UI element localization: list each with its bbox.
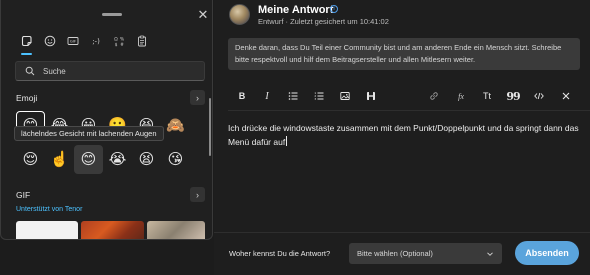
- emoji-item[interactable]: 😭: [103, 145, 132, 174]
- emoji-panel: ✕ GIF ;-) Ω%$# Emoji: [0, 0, 213, 240]
- gif-section-title: GIF: [16, 190, 31, 200]
- video-button[interactable]: [364, 89, 378, 103]
- submit-button[interactable]: Absenden: [515, 241, 579, 265]
- clipboard-icon[interactable]: [130, 31, 153, 51]
- svg-text:;-): ;-): [92, 38, 100, 46]
- category-bar: GIF ;-) Ω% $ #: [15, 31, 153, 55]
- emoji-tooltip: lächelndes Gesicht mit lachenden Augen: [14, 126, 164, 141]
- numbered-list-icon: 123: [314, 91, 324, 101]
- gif-thumbnail[interactable]: [81, 221, 144, 239]
- svg-text:#: #: [120, 42, 124, 47]
- video-icon: [367, 92, 375, 100]
- gif-more-button[interactable]: ›: [190, 187, 205, 202]
- image-icon: [340, 92, 350, 100]
- code-button[interactable]: [532, 89, 546, 103]
- close-icon: [562, 92, 570, 100]
- bullet-list-icon: [288, 92, 298, 100]
- svg-text:Ω: Ω: [114, 37, 118, 43]
- avatar: [229, 4, 250, 25]
- numbered-list-button[interactable]: 123: [312, 89, 326, 103]
- screen: ✕ GIF ;-) Ω%$# Emoji: [0, 0, 590, 275]
- clear-format-button[interactable]: [559, 89, 573, 103]
- bullet-list-button[interactable]: [286, 89, 300, 103]
- symbols-icon[interactable]: Ω% $ #: [107, 31, 130, 51]
- kaomoji-icon[interactable]: ;-): [84, 31, 107, 51]
- close-icon[interactable]: ✕: [195, 7, 211, 23]
- emoji-scrollbar[interactable]: [209, 98, 211, 156]
- emoji-item[interactable]: ☝️: [45, 145, 74, 174]
- info-icon[interactable]: i: [330, 5, 338, 13]
- answer-editor: Meine Antwort i Entwurf · Zuletzt gesich…: [214, 0, 590, 275]
- answer-text: Ich drücke die windowstaste zusammen mit…: [228, 123, 579, 147]
- svg-text:3: 3: [314, 97, 316, 101]
- emoji-item[interactable]: 😫: [132, 145, 161, 174]
- image-button[interactable]: [338, 89, 352, 103]
- emoji-row-2: 😌 ☝️ 😊 😭 😫 😘: [16, 145, 190, 174]
- svg-text:$: $: [114, 42, 117, 47]
- quote-button[interactable]: 99: [506, 89, 520, 103]
- source-select[interactable]: Bitte wählen (Optional): [349, 243, 502, 264]
- bold-button[interactable]: B: [235, 89, 249, 103]
- source-label: Woher kennst Du die Antwort?: [229, 249, 331, 258]
- formula-button[interactable]: fx: [454, 89, 468, 103]
- gif-icon[interactable]: GIF: [61, 31, 84, 51]
- search-field[interactable]: [15, 61, 205, 81]
- italic-button[interactable]: I: [260, 89, 274, 103]
- emoji-item[interactable]: 😌: [16, 145, 45, 174]
- svg-text:%: %: [119, 37, 124, 43]
- text-caret: [286, 136, 288, 146]
- toolbar-divider: [228, 110, 590, 111]
- gif-thumbnail[interactable]: [147, 221, 205, 239]
- search-icon: [25, 66, 35, 76]
- emoji-item[interactable]: 🙈: [161, 111, 190, 140]
- community-notice: Denke daran, dass Du Teil einer Communit…: [228, 38, 580, 70]
- emoji-more-button[interactable]: ›: [190, 90, 205, 105]
- svg-text:GIF: GIF: [69, 39, 75, 44]
- gif-thumbnail[interactable]: [16, 221, 78, 239]
- sticker-icon[interactable]: [15, 31, 38, 55]
- heading-button[interactable]: Tt: [480, 89, 494, 103]
- code-icon: [534, 92, 544, 100]
- search-input[interactable]: [43, 66, 193, 76]
- format-toolbar: B I 123 fx Tt 99: [228, 85, 580, 107]
- page-title: Meine Antwort: [258, 4, 334, 16]
- link-button[interactable]: [427, 89, 441, 103]
- draft-status: Entwurf · Zuletzt gesichert um 10:41:02: [258, 17, 389, 26]
- smiley-icon[interactable]: [38, 31, 61, 51]
- emoji-item[interactable]: 😘: [161, 145, 190, 174]
- emoji-item[interactable]: 😊: [74, 145, 103, 174]
- emoji-section-title: Emoji: [16, 93, 38, 103]
- tenor-link[interactable]: Unterstützt von Tenor: [16, 206, 82, 213]
- answer-textarea[interactable]: Ich drücke die windowstaste zusammen mit…: [228, 121, 580, 149]
- drag-handle[interactable]: [102, 13, 122, 16]
- footer-divider: [214, 232, 590, 233]
- link-icon: [430, 92, 438, 100]
- chevron-down-icon: [487, 251, 493, 256]
- source-select-value: Bitte wählen (Optional): [357, 249, 433, 258]
